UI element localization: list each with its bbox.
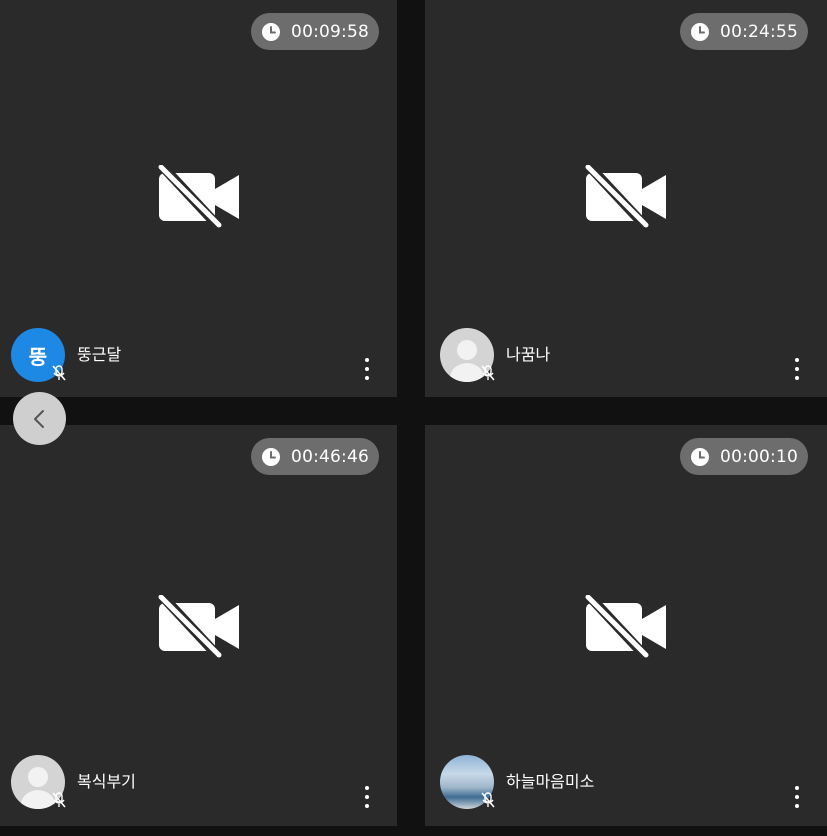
- video-off-icon: [585, 595, 666, 659]
- participant-name: 뚱근달: [77, 345, 122, 364]
- participant-info: 복식부기: [11, 755, 136, 809]
- more-vertical-icon[interactable]: [361, 358, 373, 380]
- more-vertical-icon[interactable]: [361, 786, 373, 808]
- avatar: [440, 328, 495, 382]
- call-timer: 00:09:58: [251, 13, 379, 50]
- video-off-icon: [158, 595, 239, 659]
- avatar-initial: 뚱: [28, 344, 48, 369]
- participant-name: 하늘마음미소: [506, 772, 595, 791]
- more-vertical-icon[interactable]: [791, 786, 803, 808]
- participant-name: 나꿈나: [506, 345, 551, 364]
- call-timer: 00:00:10: [680, 438, 808, 475]
- video-grid: 00:09:58 뚱 뚱근달 00:24:55 나꿈나 00:46:46 복식부…: [0, 0, 827, 836]
- clock-icon: [262, 22, 281, 41]
- participant-info: 나꿈나: [440, 328, 550, 382]
- call-timer: 00:24:55: [680, 13, 808, 50]
- mic-off-icon: [52, 792, 66, 808]
- participant-info: 하늘마음미소: [440, 755, 594, 809]
- avatar: [11, 755, 66, 809]
- clock-icon: [691, 447, 710, 466]
- participant-tile[interactable]: 00:24:55 나꿈나: [425, 0, 827, 397]
- mic-off-icon: [52, 365, 66, 381]
- more-vertical-icon[interactable]: [791, 358, 803, 380]
- timer-text: 00:00:10: [720, 446, 798, 467]
- video-off-icon: [158, 165, 239, 229]
- participant-name: 복식부기: [77, 772, 136, 791]
- video-off-icon: [585, 165, 666, 229]
- mic-off-icon: [481, 365, 495, 381]
- participant-tile[interactable]: 00:09:58 뚱 뚱근달: [0, 0, 397, 397]
- timer-text: 00:46:46: [291, 446, 369, 467]
- chevron-left-icon: [33, 409, 44, 428]
- avatar: 뚱: [11, 328, 66, 382]
- participant-tile[interactable]: 00:00:10 하늘마음미소: [425, 425, 827, 826]
- clock-icon: [691, 22, 710, 41]
- participant-info: 뚱 뚱근달: [11, 328, 121, 382]
- call-timer: 00:46:46: [251, 438, 379, 475]
- mic-off-icon: [481, 792, 495, 808]
- back-button[interactable]: [13, 392, 66, 445]
- participant-tile[interactable]: 00:46:46 복식부기: [0, 425, 397, 826]
- avatar: [440, 755, 495, 809]
- timer-text: 00:09:58: [291, 21, 369, 42]
- clock-icon: [262, 447, 281, 466]
- timer-text: 00:24:55: [720, 21, 798, 42]
